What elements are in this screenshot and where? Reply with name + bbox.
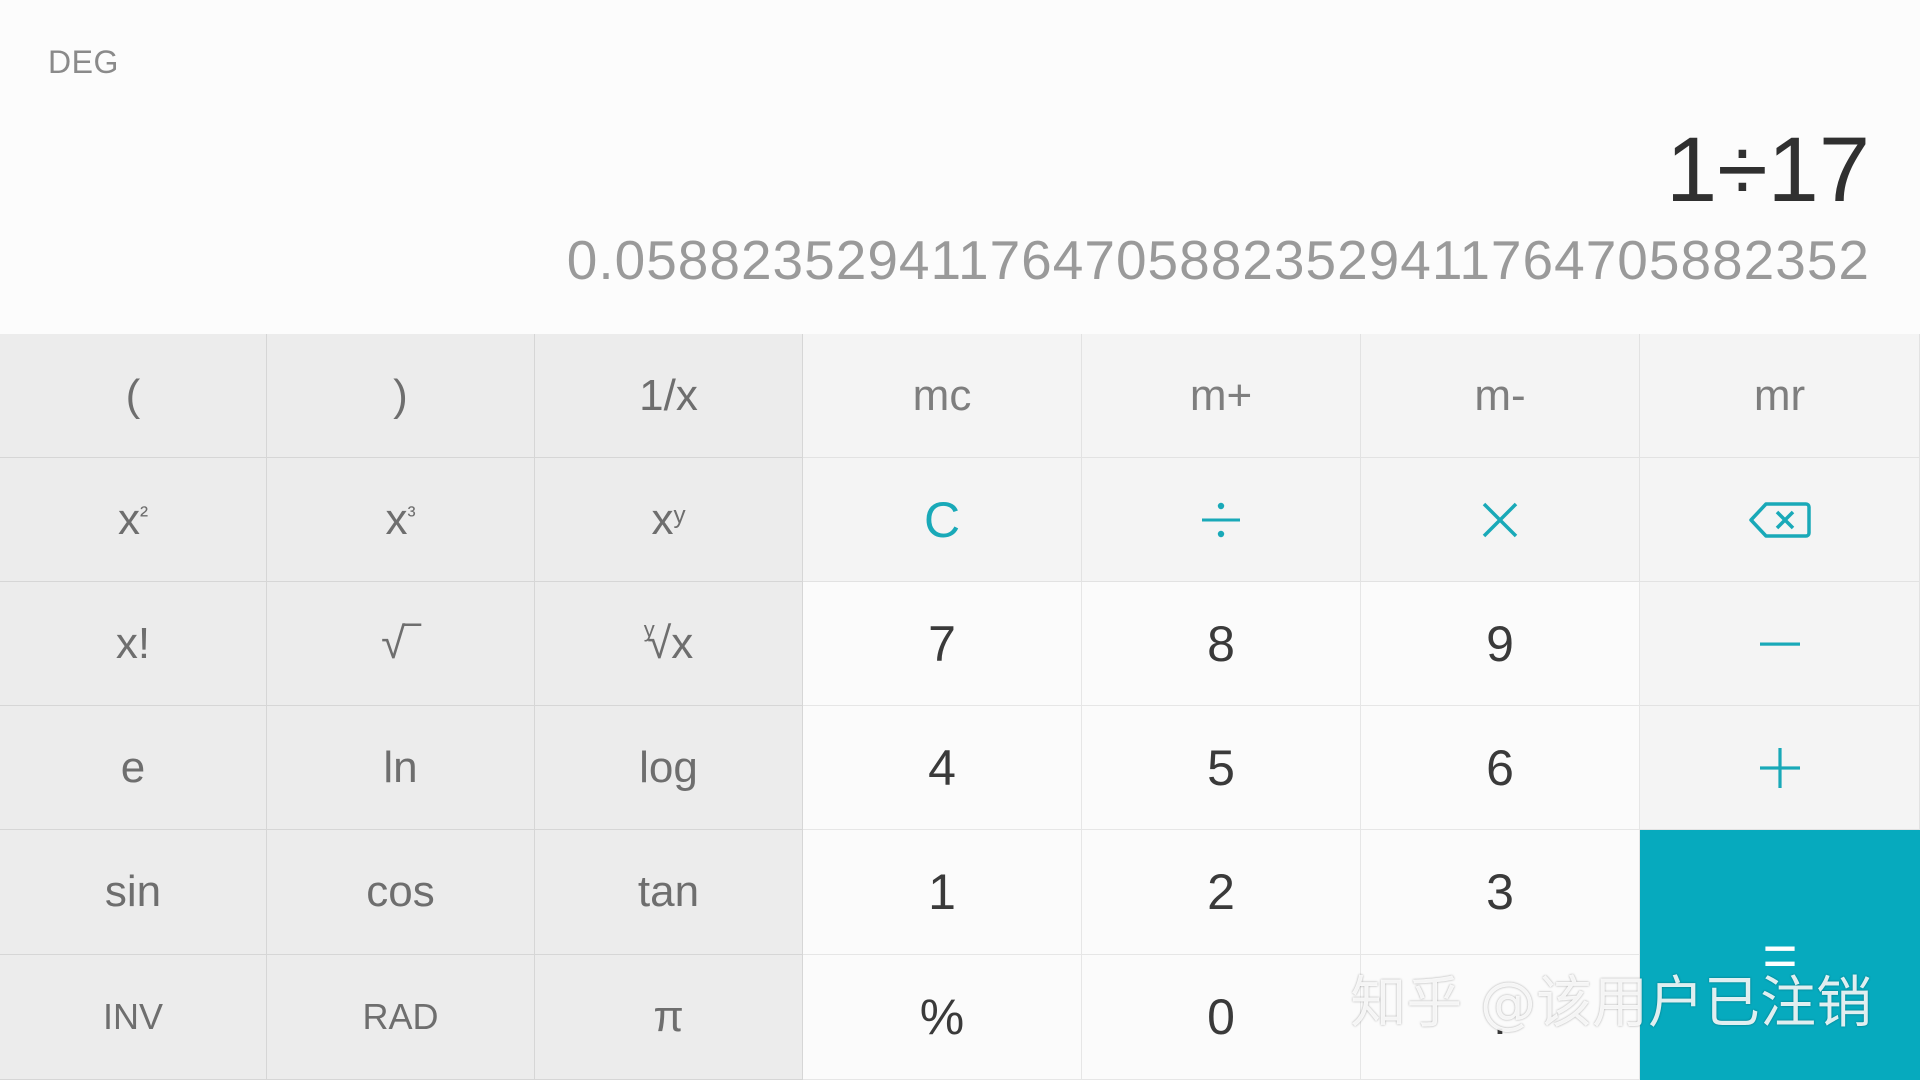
cube-button[interactable]: x³ bbox=[267, 458, 535, 582]
digit-6-label: 6 bbox=[1486, 739, 1514, 796]
mr-label: mr bbox=[1753, 370, 1806, 420]
tan-label: tan bbox=[637, 867, 700, 916]
power-base-label: x bbox=[651, 494, 674, 544]
mc-label: mc bbox=[912, 370, 972, 420]
divide-button[interactable] bbox=[1082, 458, 1361, 582]
power-button[interactable]: xy bbox=[535, 458, 803, 582]
rad-toggle-button[interactable]: RAD bbox=[267, 955, 535, 1080]
e-constant-button[interactable]: e bbox=[0, 706, 267, 830]
divide-icon bbox=[1202, 502, 1240, 537]
e-label: e bbox=[120, 742, 146, 792]
cos-label: cos bbox=[366, 867, 435, 916]
minus-button[interactable] bbox=[1640, 582, 1920, 706]
close-paren-label: ) bbox=[393, 370, 408, 420]
equals-button[interactable]: = bbox=[1640, 830, 1920, 1080]
backspace-icon bbox=[1748, 501, 1811, 538]
digit-5-label: 5 bbox=[1207, 739, 1235, 796]
ln-label: ln bbox=[383, 742, 418, 792]
digit-1-button[interactable]: 1 bbox=[803, 830, 1082, 955]
square-base-label: x bbox=[117, 494, 140, 544]
digit-6-button[interactable]: 6 bbox=[1361, 706, 1640, 830]
inv-label: INV bbox=[102, 996, 163, 1037]
cube-base-label: x bbox=[385, 494, 408, 544]
reciprocal-label: 1/x bbox=[639, 370, 698, 420]
percent-label: % bbox=[919, 989, 965, 1045]
memory-add-button[interactable]: m+ bbox=[1082, 334, 1361, 458]
minus-icon bbox=[1759, 642, 1800, 646]
log-button[interactable]: log bbox=[535, 706, 803, 830]
digit-4-label: 4 bbox=[928, 739, 956, 796]
clear-button[interactable]: C bbox=[803, 458, 1082, 582]
digit-2-label: 2 bbox=[1207, 864, 1235, 920]
m-plus-label: m+ bbox=[1189, 370, 1253, 420]
digit-0-button[interactable]: 0 bbox=[1082, 955, 1361, 1080]
multiply-button[interactable] bbox=[1361, 458, 1640, 582]
watermark-text: 知乎 @该用户已注销 bbox=[1350, 971, 1872, 1036]
factorial-button[interactable]: x! bbox=[0, 582, 267, 706]
digit-4-button[interactable]: 4 bbox=[803, 706, 1082, 830]
factorial-label: x! bbox=[115, 618, 151, 668]
digit-8-button[interactable]: 8 bbox=[1082, 582, 1361, 706]
ln-button[interactable]: ln bbox=[267, 706, 535, 830]
memory-clear-button[interactable]: mc bbox=[803, 334, 1082, 458]
backspace-button[interactable] bbox=[1640, 458, 1920, 582]
clear-label: C bbox=[923, 491, 961, 548]
digit-3-label: 3 bbox=[1486, 864, 1514, 920]
memory-subtract-button[interactable]: m- bbox=[1361, 334, 1640, 458]
digit-5-button[interactable]: 5 bbox=[1082, 706, 1361, 830]
open-paren-button[interactable]: ( bbox=[0, 334, 267, 458]
digit-8-label: 8 bbox=[1207, 615, 1235, 672]
plus-button[interactable] bbox=[1640, 706, 1920, 830]
digit-1-label: 1 bbox=[928, 864, 956, 920]
percent-button[interactable]: % bbox=[803, 955, 1082, 1080]
digit-7-label: 7 bbox=[928, 615, 956, 672]
cube-exponent-label: ³ bbox=[407, 501, 416, 529]
digit-7-button[interactable]: 7 bbox=[803, 582, 1082, 706]
pi-button[interactable]: π bbox=[535, 955, 803, 1080]
inverse-toggle-button[interactable]: INV bbox=[0, 955, 267, 1080]
plus-icon bbox=[1759, 747, 1800, 788]
rad-label: RAD bbox=[362, 996, 439, 1037]
power-exponent-label: y bbox=[673, 501, 686, 529]
angle-mode-indicator: DEG bbox=[48, 44, 119, 80]
nth-root-index-label: y bbox=[643, 617, 655, 643]
close-paren-button[interactable]: ) bbox=[267, 334, 535, 458]
result-display[interactable]: 0.05882352941176470588235294117647058823… bbox=[567, 228, 1870, 292]
square-exponent-label: ² bbox=[139, 501, 149, 529]
square-root-button[interactable]: √‾ bbox=[267, 582, 535, 706]
calculator-app: DEG 1÷17 0.05882352941176470588235294117… bbox=[0, 0, 1920, 1080]
expression-display[interactable]: 1÷17 bbox=[1666, 118, 1870, 223]
pi-label: π bbox=[653, 992, 684, 1041]
display-area: DEG 1÷17 0.05882352941176470588235294117… bbox=[0, 0, 1920, 334]
memory-recall-button[interactable]: mr bbox=[1640, 334, 1920, 458]
open-paren-label: ( bbox=[125, 370, 141, 420]
digit-3-button[interactable]: 3 bbox=[1361, 830, 1640, 955]
digit-2-button[interactable]: 2 bbox=[1082, 830, 1361, 955]
m-minus-label: m- bbox=[1474, 370, 1526, 420]
sqrt-label: √‾ bbox=[381, 618, 420, 668]
multiply-icon bbox=[1482, 502, 1518, 537]
cos-button[interactable]: cos bbox=[267, 830, 535, 955]
sin-label: sin bbox=[104, 867, 162, 916]
nth-root-button[interactable]: y √x bbox=[535, 582, 803, 706]
sin-button[interactable]: sin bbox=[0, 830, 267, 955]
digit-9-button[interactable]: 9 bbox=[1361, 582, 1640, 706]
digit-0-label: 0 bbox=[1207, 989, 1235, 1045]
digit-9-label: 9 bbox=[1486, 615, 1514, 672]
square-button[interactable]: x² bbox=[0, 458, 267, 582]
log-label: log bbox=[639, 742, 698, 792]
reciprocal-button[interactable]: 1/x bbox=[535, 334, 803, 458]
tan-button[interactable]: tan bbox=[535, 830, 803, 955]
